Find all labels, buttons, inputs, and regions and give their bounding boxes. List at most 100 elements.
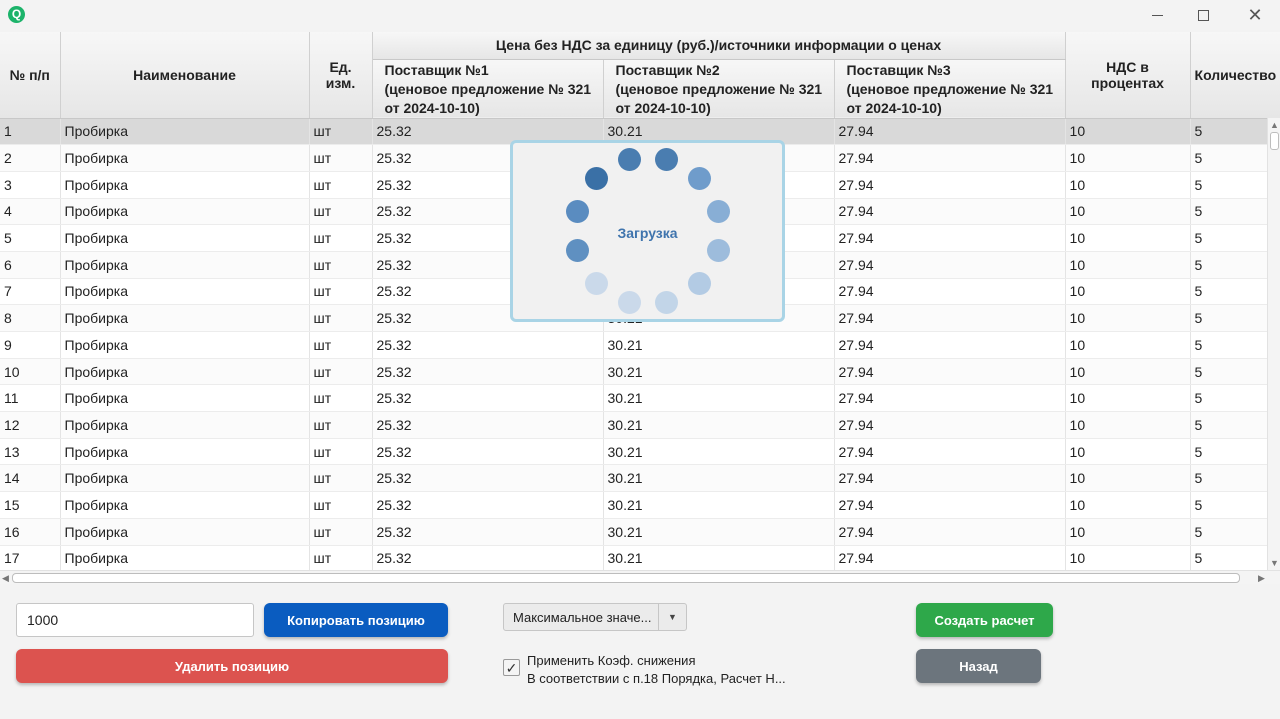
header-unit[interactable]: Ед. изм.	[309, 32, 373, 119]
cell-price-3[interactable]: 27.94	[834, 491, 1066, 519]
cell-price-2[interactable]: 30.21	[603, 518, 835, 546]
cell-price-2[interactable]: 30.21	[603, 411, 835, 439]
maximize-button[interactable]	[1180, 0, 1226, 30]
cell-vat[interactable]: 10	[1065, 358, 1191, 386]
cell-unit[interactable]: шт	[309, 198, 373, 226]
cell-price-2[interactable]: 30.21	[603, 384, 835, 413]
cell-name[interactable]: Пробирка	[60, 491, 310, 519]
cell-price-1[interactable]: 25.32	[372, 411, 604, 439]
cell-vat[interactable]: 10	[1065, 198, 1191, 226]
cell-name[interactable]: Пробирка	[60, 331, 310, 359]
cell-num[interactable]: 3	[0, 171, 61, 199]
cell-name[interactable]: Пробирка	[60, 411, 310, 439]
copy-position-button[interactable]: Копировать позицию	[264, 603, 448, 637]
cell-num[interactable]: 16	[0, 518, 61, 546]
horizontal-scroll-thumb[interactable]	[12, 573, 1240, 583]
cell-vat[interactable]: 10	[1065, 304, 1191, 332]
cell-vat[interactable]: 10	[1065, 384, 1191, 413]
cell-name[interactable]: Пробирка	[60, 251, 310, 279]
cell-price-1[interactable]: 25.32	[372, 518, 604, 546]
cell-unit[interactable]: шт	[309, 518, 373, 546]
cell-vat[interactable]: 10	[1065, 518, 1191, 546]
cell-price-3[interactable]: 27.94	[834, 144, 1066, 172]
scroll-left-icon[interactable]: ◀	[2, 573, 9, 583]
horizontal-scrollbar[interactable]: ◀ ▶	[0, 570, 1280, 584]
cell-price-3[interactable]: 27.94	[834, 331, 1066, 359]
cell-price-3[interactable]: 27.94	[834, 384, 1066, 413]
cell-num[interactable]: 4	[0, 198, 61, 226]
cell-price-1[interactable]: 25.32	[372, 331, 604, 359]
cell-price-2[interactable]: 30.21	[603, 331, 835, 359]
cell-name[interactable]: Пробирка	[60, 278, 310, 306]
cell-price-3[interactable]: 27.94	[834, 118, 1066, 146]
scroll-right-icon[interactable]: ▶	[1258, 573, 1265, 583]
cell-price-3[interactable]: 27.94	[834, 304, 1066, 332]
cell-name[interactable]: Пробирка	[60, 438, 310, 466]
cell-price-2[interactable]: 30.21	[603, 545, 835, 573]
cell-name[interactable]: Пробирка	[60, 144, 310, 172]
cell-price-3[interactable]: 27.94	[834, 198, 1066, 226]
cell-unit[interactable]: шт	[309, 171, 373, 199]
chevron-down-icon[interactable]: ▼	[658, 604, 686, 630]
cell-unit[interactable]: шт	[309, 491, 373, 519]
scroll-down-icon[interactable]: ▼	[1270, 558, 1279, 568]
cell-num[interactable]: 1	[0, 118, 61, 146]
cell-num[interactable]: 13	[0, 438, 61, 466]
cell-unit[interactable]: шт	[309, 251, 373, 279]
cell-vat[interactable]: 10	[1065, 144, 1191, 172]
cell-unit[interactable]: шт	[309, 304, 373, 332]
quantity-input[interactable]	[16, 603, 254, 637]
cell-price-3[interactable]: 27.94	[834, 518, 1066, 546]
cell-name[interactable]: Пробирка	[60, 171, 310, 199]
cell-unit[interactable]: шт	[309, 224, 373, 252]
cell-name[interactable]: Пробирка	[60, 304, 310, 332]
table-row[interactable]: 17 Пробирка шт 25.32 30.21 27.94 10 5	[0, 545, 1280, 573]
cell-num[interactable]: 9	[0, 331, 61, 359]
apply-coef-checkbox[interactable]: ✓	[503, 659, 520, 676]
table-row[interactable]: 9 Пробирка шт 25.32 30.21 27.94 10 5	[0, 331, 1280, 359]
cell-name[interactable]: Пробирка	[60, 464, 310, 493]
header-supplier-3[interactable]: Поставщик №3 (ценовое предложение № 321 …	[834, 59, 1066, 119]
cell-num[interactable]: 5	[0, 224, 61, 252]
header-name[interactable]: Наименование	[60, 32, 310, 119]
cell-price-3[interactable]: 27.94	[834, 251, 1066, 279]
cell-name[interactable]: Пробирка	[60, 224, 310, 252]
minimize-button[interactable]	[1134, 0, 1180, 30]
cell-unit[interactable]: шт	[309, 331, 373, 359]
cell-price-2[interactable]: 30.21	[603, 491, 835, 519]
cell-num[interactable]: 10	[0, 358, 61, 386]
back-button[interactable]: Назад	[916, 649, 1041, 683]
cell-price-3[interactable]: 27.94	[834, 464, 1066, 493]
cell-unit[interactable]: шт	[309, 438, 373, 466]
cell-unit[interactable]: шт	[309, 411, 373, 439]
header-supplier-2[interactable]: Поставщик №2 (ценовое предложение № 321 …	[603, 59, 835, 119]
create-calculation-button[interactable]: Создать расчет	[916, 603, 1053, 637]
table-row[interactable]: 10 Пробирка шт 25.32 30.21 27.94 10 5	[0, 358, 1280, 386]
table-row[interactable]: 16 Пробирка шт 25.32 30.21 27.94 10 5	[0, 518, 1280, 546]
calculation-mode-select[interactable]: Максимальное значе... ▼	[503, 603, 687, 631]
cell-price-3[interactable]: 27.94	[834, 438, 1066, 466]
cell-price-1[interactable]: 25.32	[372, 438, 604, 466]
cell-num[interactable]: 6	[0, 251, 61, 279]
cell-vat[interactable]: 10	[1065, 411, 1191, 439]
cell-num[interactable]: 11	[0, 384, 61, 413]
cell-num[interactable]: 12	[0, 411, 61, 439]
header-vat[interactable]: НДС в процентах	[1065, 32, 1191, 119]
cell-unit[interactable]: шт	[309, 384, 373, 413]
cell-price-3[interactable]: 27.94	[834, 224, 1066, 252]
cell-name[interactable]: Пробирка	[60, 518, 310, 546]
cell-price-1[interactable]: 25.32	[372, 384, 604, 413]
cell-price-2[interactable]: 30.21	[603, 464, 835, 493]
table-row[interactable]: 11 Пробирка шт 25.32 30.21 27.94 10 5	[0, 384, 1280, 413]
scroll-up-icon[interactable]: ▲	[1270, 120, 1279, 130]
cell-unit[interactable]: шт	[309, 358, 373, 386]
delete-position-button[interactable]: Удалить позицию	[16, 649, 448, 683]
cell-vat[interactable]: 10	[1065, 491, 1191, 519]
cell-vat[interactable]: 10	[1065, 545, 1191, 573]
vertical-scroll-thumb[interactable]	[1270, 132, 1279, 150]
cell-num[interactable]: 2	[0, 144, 61, 172]
cell-num[interactable]: 8	[0, 304, 61, 332]
cell-price-3[interactable]: 27.94	[834, 411, 1066, 439]
cell-price-3[interactable]: 27.94	[834, 171, 1066, 199]
cell-price-2[interactable]: 30.21	[603, 358, 835, 386]
